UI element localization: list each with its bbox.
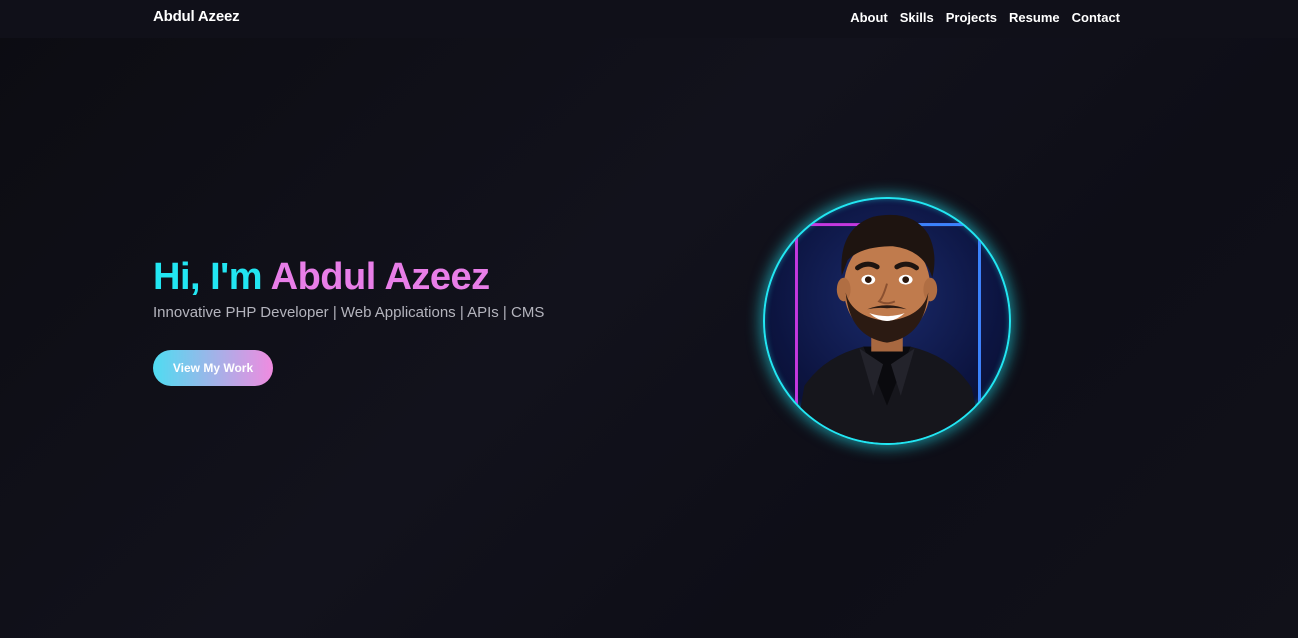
profile-avatar-illustration-icon — [794, 214, 984, 443]
nav-link-projects[interactable]: Projects — [946, 10, 997, 25]
nav-item-projects: Projects — [946, 9, 997, 27]
nav-link-resume[interactable]: Resume — [1009, 10, 1060, 25]
nav-link-skills[interactable]: Skills — [900, 10, 934, 25]
top-navbar: Abdul Azeez About Skills Projects Resume… — [0, 0, 1298, 38]
nav-item-contact: Contact — [1072, 9, 1120, 27]
nav-link-contact[interactable]: Contact — [1072, 10, 1120, 25]
view-my-work-button[interactable]: View My Work — [153, 350, 273, 386]
profile-avatar — [763, 197, 1011, 445]
nav-link-about[interactable]: About — [850, 10, 888, 25]
hero-section: Hi, I'm Abdul Azeez Innovative PHP Devel… — [153, 254, 544, 321]
hero-greeting: Hi, I'm — [153, 256, 263, 298]
hero-title: Hi, I'm Abdul Azeez — [153, 254, 544, 300]
nav-item-about: About — [850, 9, 888, 27]
nav-links: About Skills Projects Resume Contact — [850, 9, 1120, 27]
hero-tagline: Innovative PHP Developer | Web Applicati… — [153, 304, 545, 321]
nav-item-resume: Resume — [1009, 9, 1060, 27]
hero-name: Abdul Azeez — [270, 256, 491, 298]
nav-item-skills: Skills — [900, 9, 934, 27]
brand-logo-link[interactable]: Abdul Azeez — [153, 8, 240, 25]
